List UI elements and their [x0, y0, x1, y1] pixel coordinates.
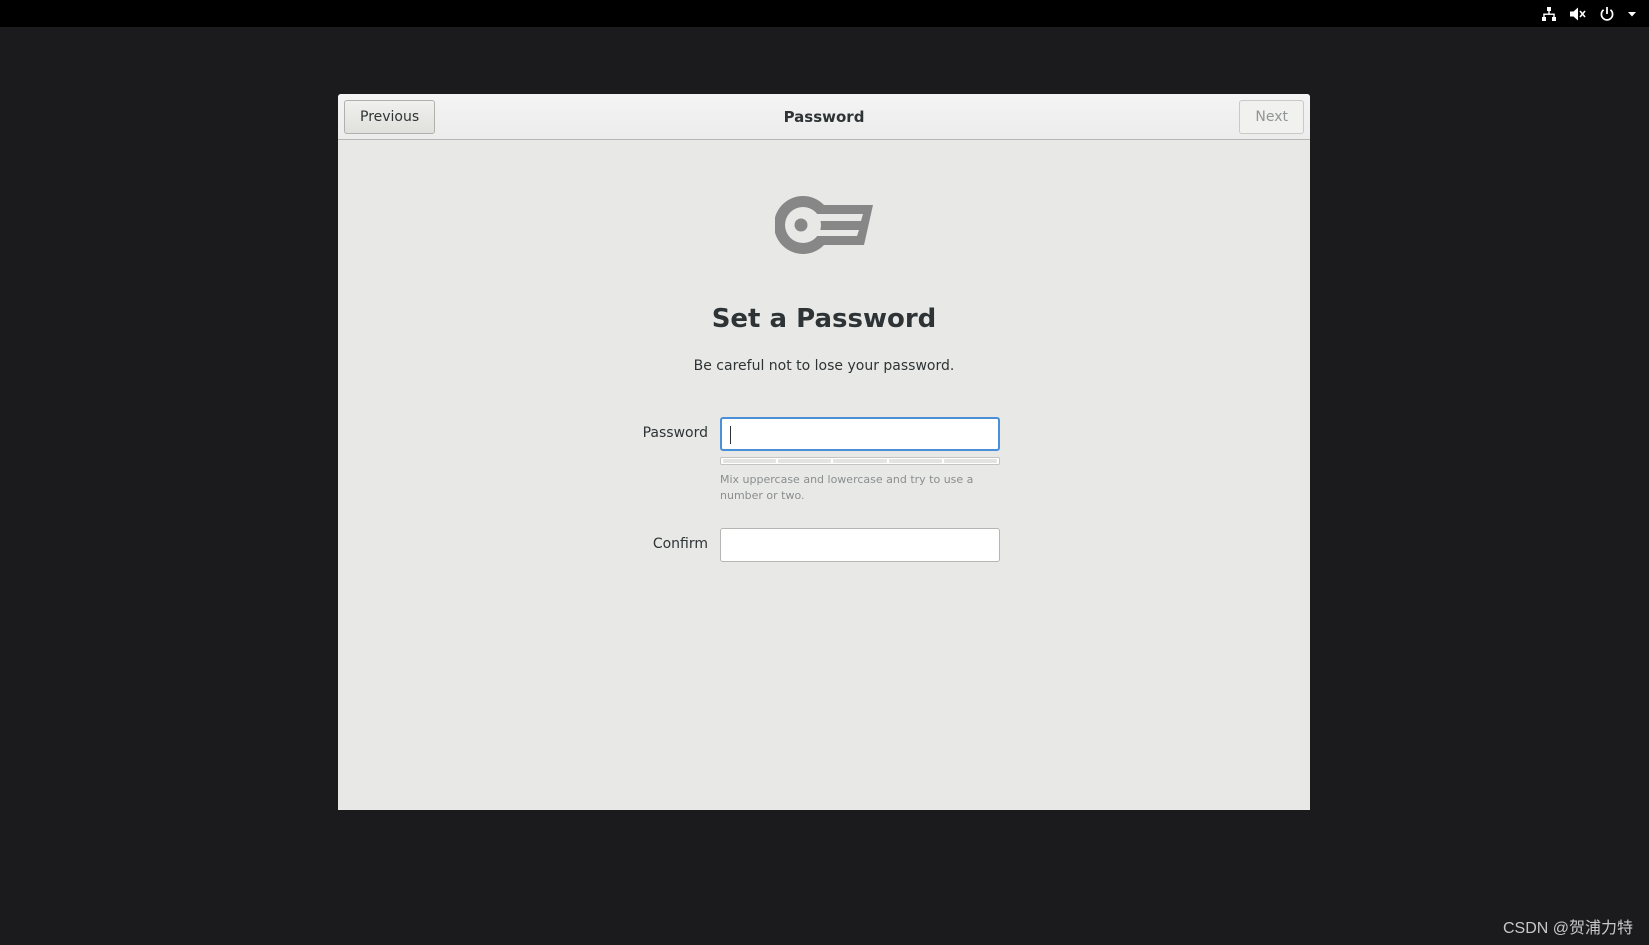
confirm-label: Confirm — [652, 536, 708, 552]
strength-segment — [943, 459, 998, 463]
text-cursor — [730, 426, 731, 444]
header-bar: Previous Password Next — [338, 94, 1310, 140]
strength-segment — [778, 459, 832, 463]
page-title: Set a Password — [711, 304, 937, 334]
window-title: Password — [783, 108, 865, 126]
password-label: Password — [642, 425, 708, 441]
strength-segment — [723, 459, 777, 463]
next-button[interactable]: Next — [1239, 100, 1304, 134]
page-subtitle: Be careful not to lose your password. — [693, 358, 955, 374]
chevron-down-icon[interactable] — [1627, 9, 1637, 19]
network-icon[interactable] — [1541, 6, 1557, 22]
power-icon[interactable] — [1599, 6, 1615, 22]
password-input[interactable] — [720, 417, 1000, 451]
setup-window: Previous Password Next Set a Password Be… — [338, 94, 1310, 810]
volume-muted-icon[interactable] — [1569, 6, 1587, 22]
key-icon — [774, 194, 873, 260]
strength-segment — [888, 459, 942, 463]
top-bar — [0, 0, 1649, 27]
confirm-input[interactable] — [720, 528, 1000, 562]
password-hint: Mix uppercase and lowercase and try to u… — [720, 473, 974, 502]
strength-segment — [833, 459, 887, 463]
system-tray[interactable] — [1541, 0, 1637, 27]
watermark: CSDN @贺浦力特 — [1502, 920, 1633, 937]
password-strength-meter — [720, 457, 1000, 465]
